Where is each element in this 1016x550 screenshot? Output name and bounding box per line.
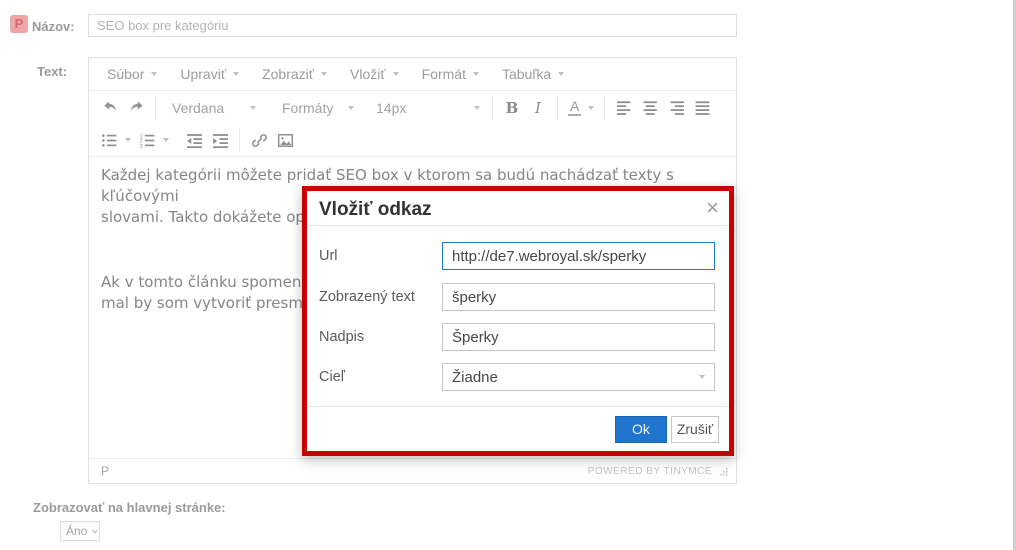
url-label: Url [319,242,338,270]
redo-icon [128,99,145,116]
forecolor-icon: A [568,99,581,116]
statusbar: P POWERED BY TINYMCE [89,458,736,483]
toolbar-divider [155,96,156,120]
menu-format[interactable]: Formát [412,61,489,87]
branding: POWERED BY TINYMCE [588,466,728,477]
insert-image-button[interactable] [272,127,298,153]
numbered-list-icon: 123 [139,132,156,149]
chevron-down-icon [163,138,169,142]
bullet-list-icon [101,132,118,149]
forecolor-button[interactable]: A [564,95,598,121]
font-family-select[interactable]: Verdana [166,95,262,121]
chevron-down-icon [348,106,354,110]
dialog-title: Vložiť odkaz [319,199,432,220]
title-input[interactable] [442,323,715,351]
align-right-icon [668,99,685,116]
resize-grip-icon[interactable] [718,466,728,476]
redo-button[interactable] [123,95,149,121]
link-icon [251,132,268,149]
chevron-down-icon [151,72,157,76]
bold-icon: B [506,99,519,117]
show-on-homepage-label: Zobrazovať na hlavnej stránke: [33,500,226,515]
indent-icon [212,132,229,149]
language-flag-icon: P [10,15,28,33]
italic-icon: I [532,99,544,117]
numbered-list-button[interactable]: 123 [135,127,173,153]
bullet-list-button[interactable] [97,127,135,153]
italic-button[interactable]: I [525,95,551,121]
image-icon [277,132,294,149]
cancel-button[interactable]: Zrušiť [671,416,719,443]
close-icon[interactable]: × [706,195,719,221]
chevron-down-icon [125,138,131,142]
ok-button[interactable]: Ok [615,416,667,443]
chevron-down-icon [393,72,399,76]
menubar: Súbor Upraviť Zobraziť Vložiť Formát Tab… [89,58,736,91]
dialog-footer: Ok Zrušiť [307,406,729,451]
nazov-label: Názov: [32,19,75,34]
toolbar-row-2: 123 [89,124,736,157]
element-path[interactable]: P [101,464,109,478]
show-on-homepage-select[interactable]: Áno [60,521,100,541]
chevron-down-icon [558,72,564,76]
dialog-header[interactable]: Vložiť odkaz × [307,191,729,226]
insert-link-button[interactable] [246,127,272,153]
chevron-down-icon [250,106,256,110]
toolbar-divider [557,96,558,120]
chevron-down-icon [474,106,480,110]
font-size-select[interactable]: 14px [370,95,486,121]
nazov-input[interactable] [88,14,737,37]
target-label: Cieľ [319,363,345,391]
chevron-down-icon [321,72,327,76]
align-center-button[interactable] [637,95,663,121]
menu-tabulka[interactable]: Tabuľka [492,61,574,87]
display-text-label: Zobrazený text [319,283,415,311]
outdent-button[interactable] [181,127,207,153]
menu-zobrazit[interactable]: Zobraziť [252,61,337,87]
align-justify-icon [694,99,711,116]
undo-button[interactable] [97,95,123,121]
toolbar-divider [604,96,605,120]
toolbar-row-1: Verdana Formáty 14px B I A [89,91,736,124]
align-left-button[interactable] [611,95,637,121]
align-left-icon [616,99,633,116]
chevron-down-icon [588,106,594,110]
insert-link-dialog: Vložiť odkaz × Url Zobrazený text Nadpis… [302,186,734,456]
target-select[interactable]: Žiadne [442,363,715,391]
text-label: Text: [37,64,67,79]
indent-button[interactable] [207,127,233,153]
menu-subor[interactable]: Súbor [97,61,167,87]
formats-select[interactable]: Formáty [276,95,360,121]
chevron-down-icon [699,375,705,379]
title-label: Nadpis [319,323,364,351]
chevron-down-icon [233,72,239,76]
url-input[interactable] [442,242,715,270]
outdent-icon [186,132,203,149]
bold-button[interactable]: B [499,95,525,121]
svg-text:3: 3 [140,143,143,148]
chevron-down-icon [473,72,479,76]
undo-icon [102,99,119,116]
align-right-button[interactable] [663,95,689,121]
menu-vlozit[interactable]: Vložiť [340,61,409,87]
chevron-down-icon [91,527,99,536]
menu-upravit[interactable]: Upraviť [170,61,249,87]
display-text-input[interactable] [442,283,715,311]
toolbar-divider [492,96,493,120]
toolbar-divider [239,128,240,152]
align-justify-button[interactable] [689,95,715,121]
align-center-icon [642,99,659,116]
